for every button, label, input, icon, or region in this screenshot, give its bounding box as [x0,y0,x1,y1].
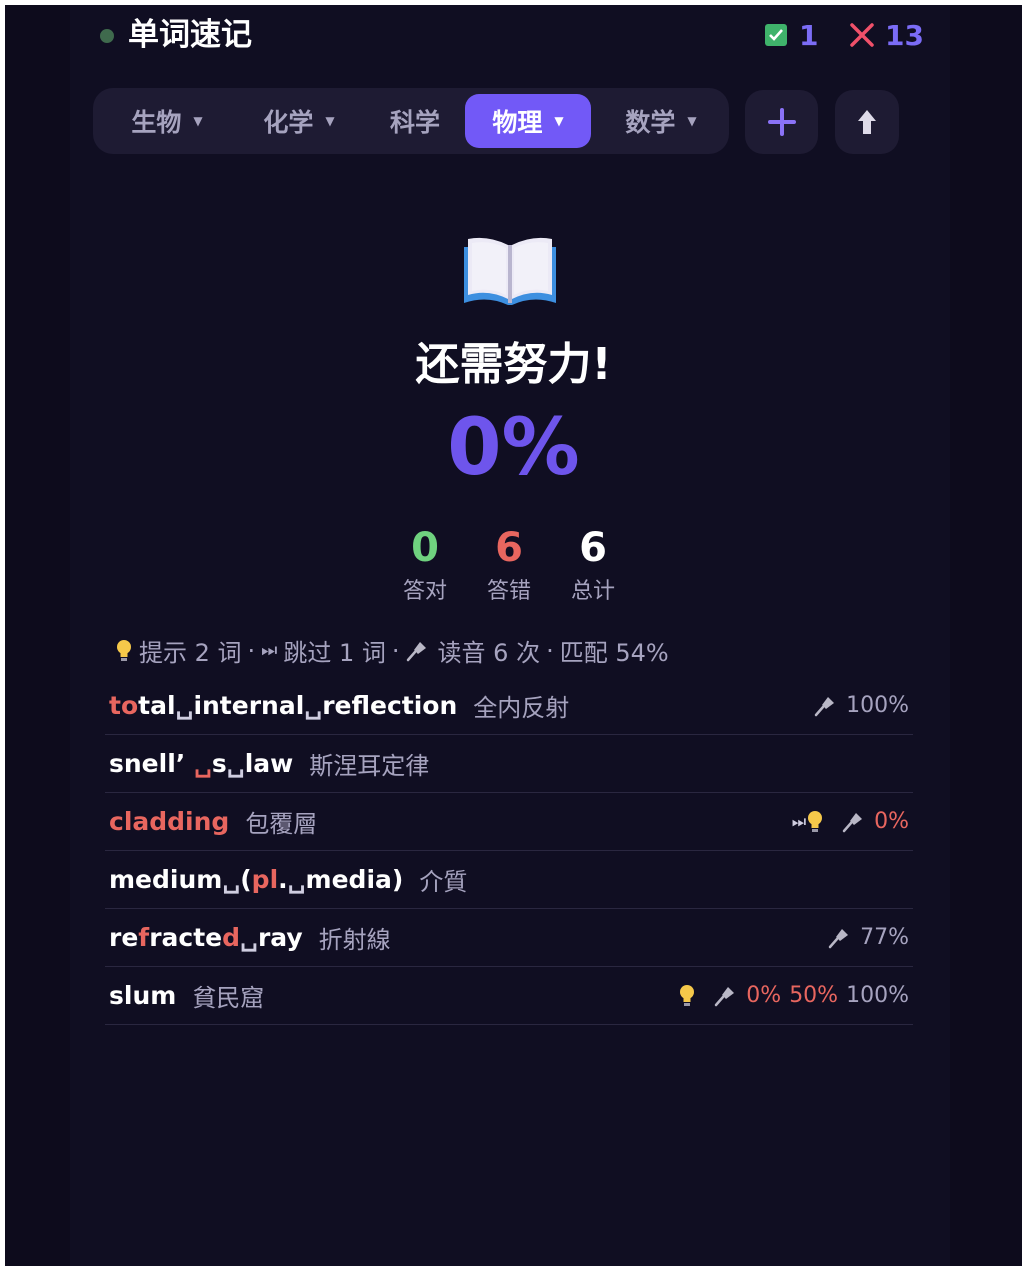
speak-score: 77% [860,925,909,950]
microphone-icon [842,812,863,832]
stat-wrong: 6 答错 [474,525,544,605]
microphone-icon [828,928,849,948]
hint-summary: 提示 2 词 [139,639,242,667]
row-stats: 0% 50% 100% [678,967,909,1024]
tab-science[interactable]: 科学 [375,94,455,148]
tab-physics[interactable]: 物理 ▼ [465,94,591,148]
result-title: 还需努力! [415,339,612,390]
correct-count: 1 [799,18,819,52]
list-item[interactable]: medium␣(pl.␣media) 介質 [105,851,913,909]
word-meaning: 全内反射 [473,694,570,722]
stat-total-label: 总计 [570,579,615,604]
app-title: 单词速记 [128,17,252,53]
arrow-up-icon [858,110,876,134]
skip-icon: ⏭ [261,640,278,661]
word-text: slum [109,981,177,1010]
separator: · [391,636,400,665]
subject-tabs: 生物 ▼ 化学 ▼ 科学 物理 ▼ 数学 ▼ [93,88,729,154]
summary-line: 提示 2 词 · ⏭ 跳过 1 词 · 读音 6 次 · 匹配 54% [115,633,669,668]
separator: · [546,636,554,665]
microphone-icon [406,641,426,661]
stat-total: 6 总计 [558,525,628,605]
list-item[interactable]: slum 貧民窟 0% 50% 100% [105,967,913,1025]
microphone-icon [715,986,735,1006]
add-button[interactable] [745,90,818,154]
result-percent: 0% [447,403,580,493]
row-stats: 100% [814,677,909,734]
speak-summary: 读音 6 次 [437,639,541,667]
lightbulb-icon [808,810,823,832]
wrong-count: 13 [885,18,924,52]
word-text: total␣internal␣reflection [109,691,458,720]
stat-wrong-label: 答错 [486,579,531,604]
word-text: cladding [109,807,230,836]
plus-icon [767,108,796,136]
list-item[interactable]: cladding 包覆層 ⏭ 0% [105,793,913,851]
row-stats: 77% [828,909,909,966]
speak-score: 100% [846,693,909,718]
row-stats: ⏭ 0% [792,793,909,850]
stat-correct-value: 0 [411,525,439,571]
word-meaning: 包覆層 [245,810,318,838]
caret-down-icon: ▼ [193,114,203,128]
word-list: total␣internal␣reflection 全内反射 100% snel… [105,677,913,1025]
skip-icon: ⏭ [791,811,807,831]
caret-down-icon: ▼ [687,114,697,128]
word-meaning: 斯涅耳定律 [309,752,430,780]
upload-button[interactable] [835,90,899,154]
tab-biology[interactable]: 生物 ▼ [111,94,223,148]
tab-math[interactable]: 数学 ▼ [605,94,717,148]
match-summary: 匹配 54% [559,639,669,667]
word-meaning: 介質 [419,868,468,896]
word-text: refracted␣ray [109,923,303,952]
wrong-counter: 13 [849,13,924,57]
stat-total-value: 6 [579,525,607,571]
stat-correct-label: 答对 [402,579,447,604]
stat-correct: 0 答对 [390,525,460,605]
word-text: snell’ ␣s␣law [109,749,294,778]
word-meaning: 貧民窟 [192,984,265,1012]
list-item[interactable]: refracted␣ray 折射線 77% [105,909,913,967]
status-dot [100,29,114,43]
correct-counter: 1 [765,13,818,57]
checkbox-icon [765,24,787,46]
lightbulb-icon [680,984,695,1006]
speak-score: 0% [746,983,782,1008]
app-frame: 单词速记 1 13 生物 ▼ 化学 ▼ 科学 物理 ▼ 数学 ▼ 还需努力! 0… [5,5,1022,1266]
list-item[interactable]: total␣internal␣reflection 全内反射 100% [105,677,913,735]
word-meaning: 折射線 [318,926,391,954]
word-text: medium␣(pl.␣media) [109,865,404,894]
speak-score: 0% [874,809,909,834]
microphone-icon [814,696,835,716]
caret-down-icon: ▼ [325,114,335,128]
list-item[interactable]: snell’ ␣s␣law 斯涅耳定律 [105,735,913,793]
tab-chemistry[interactable]: 化学 ▼ [243,94,355,148]
separator: · [247,636,256,665]
cross-icon [850,23,874,47]
speak-score: 100% [846,983,909,1008]
lightbulb-icon [117,639,131,661]
skip-summary: 跳过 1 词 [283,639,386,667]
speak-score: 50% [789,983,839,1008]
open-book-icon [464,237,556,305]
caret-down-icon: ▼ [554,114,564,128]
stat-wrong-value: 6 [495,525,523,571]
header: 单词速记 1 13 [100,13,924,57]
